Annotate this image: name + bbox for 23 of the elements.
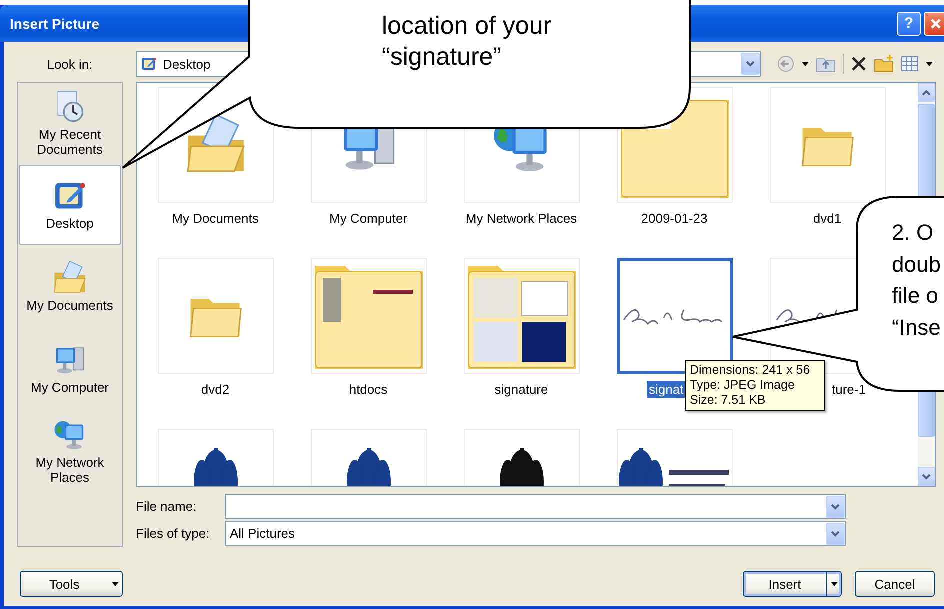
file-name: My Computer xyxy=(328,210,409,227)
look-in-label: Look in: xyxy=(46,56,94,72)
file-name: 2009-01-23 xyxy=(640,210,709,227)
callout-text: location of your xyxy=(382,11,552,42)
file-name: dvd2 xyxy=(200,381,231,398)
file-name: My Documents xyxy=(171,210,260,227)
file-name: signat xyxy=(647,381,686,398)
window-title: Insert Picture xyxy=(10,16,100,32)
file-name-label: File name: xyxy=(136,499,198,514)
tooltip-text: Size: 7.51 KB xyxy=(690,393,767,408)
callout-text: doub xyxy=(892,250,941,278)
callout-text: 2. O xyxy=(892,219,934,247)
callout-text: “signature” xyxy=(382,42,502,73)
file-type-label: Files of type: xyxy=(136,526,211,541)
file-name: My Network Places xyxy=(464,210,578,227)
file-name: signature xyxy=(494,381,550,398)
file-name: dvd1 xyxy=(812,210,843,227)
callout-text: “Inse xyxy=(892,314,941,342)
tooltip-text: Dimensions: 241 x 56 xyxy=(690,363,812,378)
file-name: htdocs xyxy=(348,381,389,398)
tooltip-text: Type: JPEG Image xyxy=(690,378,796,393)
file-name: ture-1 xyxy=(831,381,867,398)
callout-text: file o xyxy=(892,282,938,310)
